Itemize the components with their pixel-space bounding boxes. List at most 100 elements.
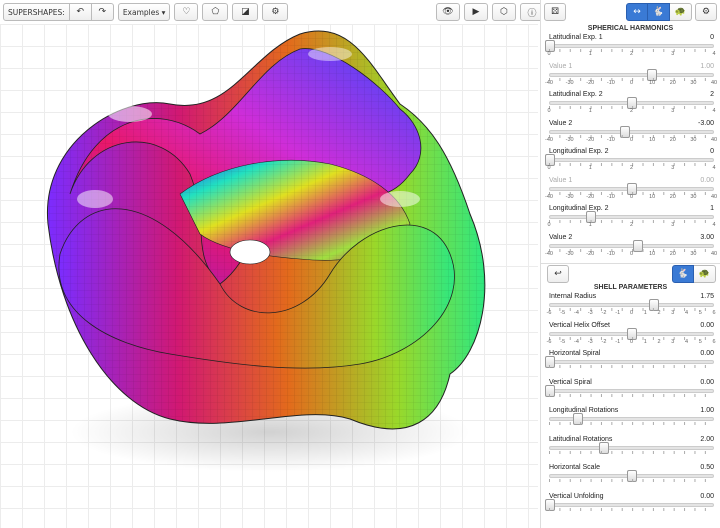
slider-track[interactable] (549, 68, 714, 81)
param-value: 3.00 (700, 233, 714, 241)
reset-harmonics-button[interactable]: ⚄ (544, 3, 566, 21)
supershape-render (47, 30, 486, 472)
tick-label: 10 (649, 250, 656, 257)
slider-track[interactable] (545, 356, 714, 368)
slider-track[interactable] (549, 239, 714, 252)
supershapes-group: SUPERSHAPES: ↶ ↷ (3, 3, 114, 21)
slider-ticks (549, 507, 714, 514)
slider-track[interactable] (549, 125, 714, 138)
tick-label: -4 (574, 338, 579, 345)
3d-viewport[interactable] (0, 24, 538, 528)
slider-track[interactable] (549, 441, 714, 454)
param-shell-6: Horizontal Scale 0.50 (541, 463, 720, 492)
tick-label: 40 (710, 250, 718, 257)
render-mode-button[interactable]: ⬡ (492, 3, 516, 21)
info-icon: ⓘ (527, 8, 537, 19)
tick-label: -10 (606, 136, 615, 143)
turtle-speed-button[interactable]: 🐢 (670, 3, 692, 21)
back-button[interactable]: ↩ (547, 264, 569, 283)
tick-label: 2 (657, 310, 661, 316)
tick-label: -40 (545, 250, 553, 257)
tick-label: 0 (547, 165, 551, 171)
supershapes-menu[interactable]: SUPERSHAPES: (3, 3, 70, 21)
gear-icon: ⚙ (701, 7, 711, 17)
param-value: 0.00 (700, 350, 714, 357)
slider-track[interactable] (545, 498, 714, 511)
redo-button[interactable]: ↷ (91, 3, 114, 21)
tick-label: 3 (671, 51, 675, 57)
tick-label: 6 (712, 310, 716, 316)
tick-label: -30 (565, 136, 574, 143)
favorites-button[interactable]: ♡ (174, 3, 199, 21)
param-shell-3: Vertical Spiral 0.00 (541, 378, 720, 407)
play-button[interactable]: ▶ (464, 3, 488, 21)
arrows-icon: ↔ (633, 7, 641, 17)
tick-label: -6 (546, 310, 552, 316)
param-shell-4: Longitudinal Rotations 1.00 (541, 406, 720, 435)
slider-ticks: -40 -30 -20 -10 0 10 20 30 40 (545, 248, 718, 257)
param-row: Longitudinal Exp. 2 0 (549, 147, 714, 156)
slider-ticks: -6 -5 -4 -3 -2 -1 0 1 2 3 4 5 6 (547, 336, 716, 345)
param-value: 0.50 (700, 464, 714, 471)
shell-title: SHELL PARAMETERS (593, 284, 668, 291)
param-label: Latitudinal Exp. 1 (549, 34, 603, 41)
slider-ticks (549, 422, 714, 428)
slider-track[interactable] (549, 97, 714, 109)
slider-track[interactable] (549, 299, 714, 311)
tick-label: 30 (690, 136, 697, 143)
slider-track[interactable] (545, 384, 714, 397)
slider-track[interactable] (549, 182, 714, 195)
param-value: 1 (710, 205, 714, 212)
examples-dropdown[interactable]: Examples ▾ (117, 3, 171, 21)
shape-menu-button[interactable]: ⬠ (202, 3, 229, 21)
tick-label: 30 (690, 79, 697, 86)
symmetric-mode-button[interactable]: ↔ (626, 3, 648, 21)
tick-label: -3 (587, 310, 593, 316)
tick-label: 0 (629, 79, 634, 86)
slider-ticks: 0 1 2 3 4 (547, 220, 716, 228)
param-label: Value 2 (549, 119, 573, 127)
slider-track[interactable] (545, 154, 714, 166)
undo-button[interactable]: ↶ (69, 3, 92, 21)
param-label: Latitudinal Exp. 2 (549, 91, 603, 98)
shell-params: Internal Radius 1.75 -6 -5 -4 -3 -2 -1 0 1 2 3 4 5 6 Ve… (541, 292, 720, 520)
param-row: Horizontal Spiral 0.00 (549, 349, 714, 358)
tick-label: 10 (649, 136, 656, 143)
panel-settings-button[interactable]: ⚙ (695, 3, 717, 21)
visibility-button[interactable]: 👁 (436, 3, 460, 21)
gear-icon: ⚙ (271, 7, 280, 17)
shell-turtle-button[interactable]: 🐢 (694, 264, 716, 283)
tick-label: 3 (671, 108, 675, 114)
tick-label: -40 (545, 136, 553, 143)
tick-label: 0 (629, 338, 634, 345)
slider-ticks: 0 1 2 3 4 (547, 106, 716, 114)
slider-track[interactable] (549, 211, 714, 223)
tick-label: -1 (615, 338, 621, 345)
slider-track[interactable] (549, 470, 714, 482)
tick-label: 2 (629, 222, 634, 228)
paint-menu-button[interactable]: ◪ (232, 3, 259, 21)
slider-ticks (549, 393, 714, 400)
slider-track[interactable] (549, 413, 714, 425)
param-harmonics-0: Latitudinal Exp. 1 0 0 1 2 3 4 (541, 33, 720, 62)
settings-menu-button[interactable]: ⚙ (262, 3, 289, 21)
tick-label: 6 (712, 338, 716, 345)
hare-speed-button[interactable]: 🐇 (648, 3, 670, 21)
shell-hare-button[interactable]: 🐇 (672, 264, 694, 283)
param-label: Horizontal Scale (549, 464, 600, 471)
tick-label: 2 (629, 165, 634, 171)
tick-label: 40 (710, 136, 718, 143)
param-value: 0.00 (700, 321, 714, 329)
play-icon: ▶ (472, 7, 480, 17)
tick-label: 4 (684, 338, 689, 345)
slider-ticks: -40 -30 -20 -10 0 10 20 30 40 (545, 134, 718, 143)
param-row: Value 1 1.00 (549, 62, 714, 71)
turtle-icon: 🐢 (698, 268, 711, 279)
tick-label: 0 (629, 250, 634, 257)
param-label: Value 1 (549, 176, 573, 184)
slider-track[interactable] (549, 327, 714, 340)
tick-label: -10 (606, 79, 615, 86)
slider-track[interactable] (545, 40, 714, 52)
tick-label: 30 (690, 193, 697, 200)
param-row: Latitudinal Rotations 2.00 (549, 435, 714, 444)
